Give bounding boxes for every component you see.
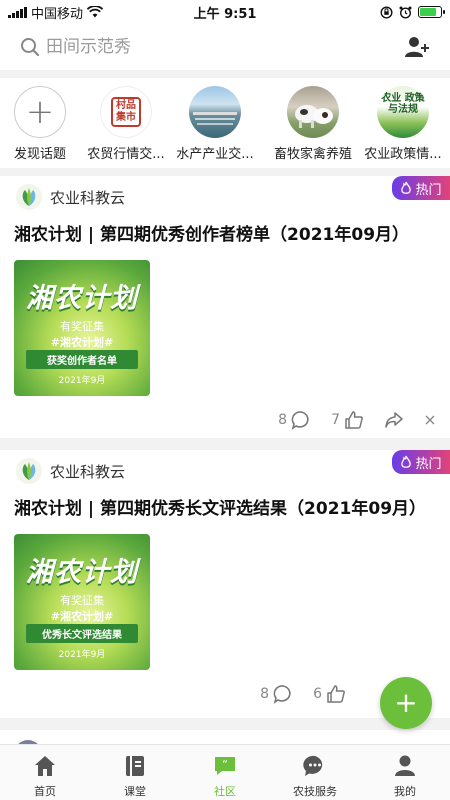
comment-count: 8 [260,686,270,702]
share-button[interactable] [384,410,404,430]
create-post-button[interactable]: + [380,677,432,729]
like-button[interactable]: 7 [331,410,364,430]
like-count: 7 [331,412,340,428]
home-icon [35,756,55,776]
battery-icon [418,6,445,18]
search-bar [0,24,450,70]
plus-icon: + [394,686,418,719]
thumb-desc-text: 优秀长文评选结果 [26,624,138,643]
post-title[interactable]: 湘农计划 | 第四期优秀创作者榜单（2021年09月） [14,220,409,245]
thumb-main-text: 湘农计划 [26,283,138,314]
rotation-lock-icon [380,5,393,19]
topic-livestock[interactable]: 畜牧家禽养殖 [273,86,353,162]
topic-label: 畜牧家禽养殖 [273,147,352,162]
post-actions: 8 7 [262,410,436,430]
topic-aquaculture[interactable]: 水产产业交... [175,86,255,162]
close-icon [425,415,435,425]
comment-button[interactable]: 8 [260,684,293,704]
author-name: 农业科教云 [50,188,126,207]
comment-icon [291,411,309,430]
seal-text: 村品集市 [111,97,141,127]
tab-profile[interactable]: 我的 [360,753,450,799]
post-author[interactable]: 农业科教云 [16,184,125,210]
topic-row: + 发现话题 村品集市 农贸行情交... 水产产业交... 畜牧家禽养殖 农业 … [0,78,450,168]
thumb-sub-text: 有奖征集 [60,594,104,607]
post-author[interactable]: 农业科教云 [16,458,125,484]
author-logo-icon [16,458,42,484]
post-card[interactable]: 农业科教云 热门 湘农计划 | 第四期优秀长文评选结果（2021年09月） 湘农… [0,450,450,718]
policy-badge-text: 农业 政策与法规 [381,93,425,115]
thumb-sub-text: 有奖征集 [60,320,104,333]
tab-label: 我的 [394,785,416,798]
status-bar: 中国移动 上午 9:51 [0,0,450,24]
flame-icon [401,455,412,468]
topic-discover[interactable]: + 发现话题 [0,86,80,162]
hot-label: 热门 [415,182,442,198]
like-button[interactable]: 6 [313,684,346,704]
topic-label: 发现话题 [13,147,66,162]
comment-count: 8 [278,412,288,428]
plus-icon: + [14,86,66,138]
topic-label: 农贸行情交... [87,147,165,162]
thumb-date-text: 2021年9月 [58,650,106,660]
bottom-tab-bar: 首页 课堂 “ 社区 农技服务 我的 [0,744,450,800]
add-friend-icon[interactable] [404,35,430,59]
hot-badge: 热门 [392,176,450,200]
tab-label: 首页 [34,785,56,798]
market-seal-icon: 村品集市 [100,86,152,138]
thumb-tag-text: #湘农计划# [50,610,114,623]
topic-label: 水产产业交... [176,147,254,162]
search-input[interactable] [46,37,366,57]
livestock-photo [287,86,339,138]
like-count: 6 [313,686,322,702]
hot-badge: 热门 [392,450,450,474]
tab-class[interactable]: 课堂 [90,753,180,799]
search-field[interactable] [20,33,380,61]
post-card[interactable]: 农业科教云 热门 湘农计划 | 第四期优秀创作者榜单（2021年09月） 湘农计… [0,176,450,438]
tab-home[interactable]: 首页 [0,753,90,799]
post-thumbnail[interactable]: 湘农计划 有奖征集 #湘农计划# 优秀长文评选结果 2021年9月 [14,534,150,670]
author-name: 农业科教云 [50,462,126,481]
hot-label: 热门 [415,456,442,472]
post-title[interactable]: 湘农计划 | 第四期优秀长文评选结果（2021年09月） [14,494,426,519]
tab-community[interactable]: “ 社区 [180,753,270,799]
tab-label: 课堂 [124,785,146,798]
status-right [380,5,445,19]
thumb-main-text: 湘农计划 [26,557,138,588]
tab-agri-service[interactable]: 农技服务 [270,753,360,799]
topic-label: 农业政策情... [364,147,442,162]
chat-icon [303,755,323,776]
thumb-desc-text: 获奖创作者名单 [26,350,138,369]
community-icon: “ [215,757,235,775]
search-icon [21,38,40,57]
tab-label: 社区 [214,785,236,798]
thumbs-up-icon [345,411,363,429]
flame-icon [401,181,412,194]
author-logo-icon [16,184,42,210]
profile-icon [395,755,415,776]
tab-label: 农技服务 [293,785,337,798]
thumb-date-text: 2021年9月 [58,376,106,386]
share-icon [385,412,403,428]
book-icon [126,756,144,776]
topic-policy[interactable]: 农业 政策与法规 农业政策情... [363,86,443,162]
dismiss-button[interactable] [424,414,436,426]
post-thumbnail[interactable]: 湘农计划 有奖征集 #湘农计划# 获奖创作者名单 2021年9月 [14,260,150,396]
comment-icon [273,685,291,704]
thumb-tag-text: #湘农计划# [50,336,114,349]
thumbs-up-icon [327,685,345,703]
alarm-icon [399,6,412,19]
aquaculture-photo [189,86,241,138]
policy-icon: 农业 政策与法规 [377,86,429,138]
topic-market[interactable]: 村品集市 农贸行情交... [86,86,166,162]
comment-button[interactable]: 8 [278,410,311,430]
svg-text:“: “ [222,758,228,771]
